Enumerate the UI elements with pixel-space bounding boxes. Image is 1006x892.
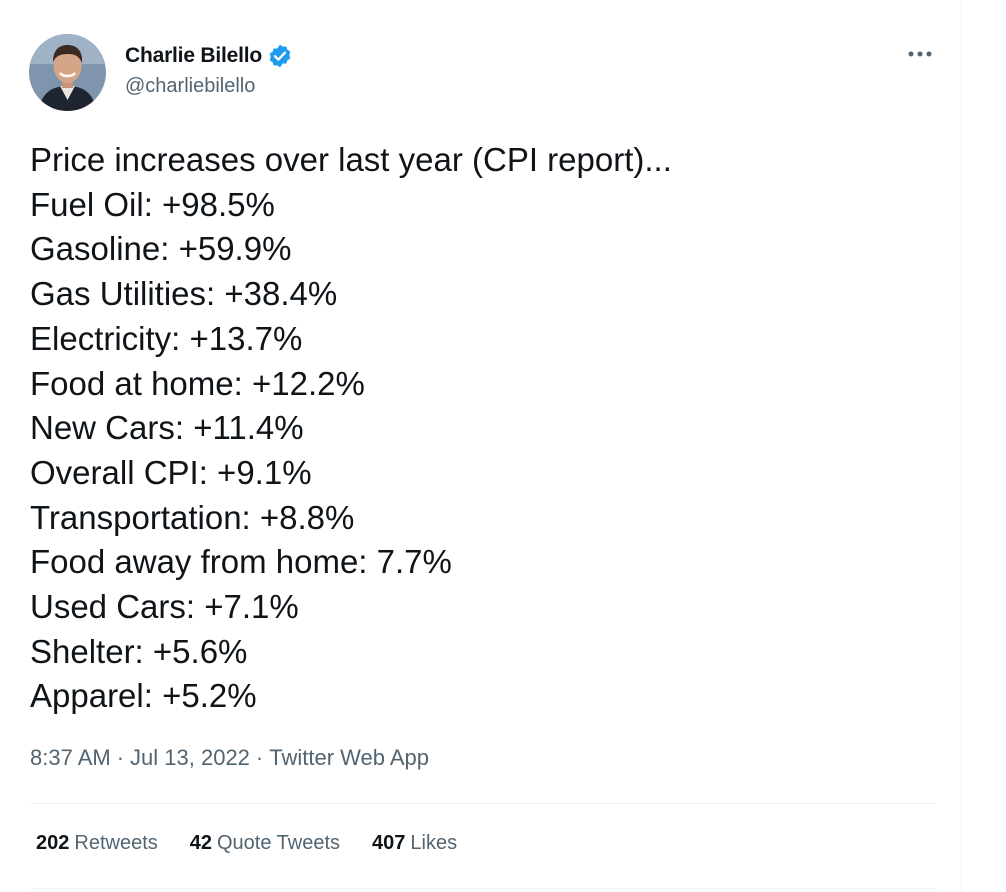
quote-tweets-count: 42	[189, 832, 212, 854]
author-name[interactable]: Charlie Bilello	[125, 44, 262, 68]
retweets-label: Retweets	[74, 832, 158, 854]
tweet-date[interactable]: Jul 13, 2022	[130, 745, 250, 771]
meta-separator: ·	[116, 745, 125, 770]
tweet-time[interactable]: 8:37 AM	[30, 745, 111, 771]
tweet-text-line: Used Cars: +7.1%	[30, 588, 299, 626]
tweet-text-line: New Cars: +11.4%	[30, 409, 304, 447]
tweet-source[interactable]: Twitter Web App	[269, 745, 429, 771]
tweet-text-line: Gas Utilities: +38.4%	[30, 275, 338, 313]
avatar-image	[29, 34, 106, 111]
likes-count: 407	[372, 832, 406, 854]
tweet-text-line: Food at home: +12.2%	[30, 364, 365, 402]
meta-separator: ·	[255, 745, 264, 770]
engagement-stats: 202 Retweets 42 Quote Tweets 407 Likes	[36, 832, 489, 855]
tweet-text-line: Price increases over last year (CPI repo…	[30, 141, 672, 178]
author-handle[interactable]: @charliebilello	[125, 75, 255, 98]
retweets-count: 202	[36, 832, 70, 854]
tweet-text-line: Electricity: +13.7%	[30, 319, 303, 357]
divider	[30, 803, 936, 804]
likes-label: Likes	[410, 832, 458, 854]
author-name-row[interactable]: Charlie Bilello	[125, 42, 293, 70]
tweet-meta: 8:37 AM · Jul 13, 2022 · Twitter Web App	[30, 745, 429, 771]
tweet-text-line: Apparel: +5.2%	[30, 677, 257, 715]
more-icon[interactable]	[905, 42, 935, 66]
divider	[30, 888, 936, 889]
avatar[interactable]	[29, 34, 106, 111]
quote-tweets-label: Quote Tweets	[217, 832, 341, 854]
tweet-text-line: Shelter: +5.6%	[30, 632, 248, 670]
tweet-card: Charlie Bilello @charliebilello Price in…	[0, 0, 962, 892]
likes-stat[interactable]: 407 Likes	[372, 832, 457, 855]
tweet-text-line: Transportation: +8.8%	[30, 498, 355, 536]
quote-tweets-stat[interactable]: 42 Quote Tweets	[190, 832, 340, 855]
tweet-text: Price increases over last year (CPI repo…	[30, 138, 930, 719]
tweet-text-line: Fuel Oil: +98.5%	[30, 185, 275, 223]
tweet-text-line: Gasoline: +59.9%	[30, 230, 292, 268]
tweet-text-line: Food away from home: 7.7%	[30, 543, 452, 581]
retweets-stat[interactable]: 202 Retweets	[36, 832, 158, 855]
verified-badge-icon	[267, 43, 293, 69]
tweet-text-line: Overall CPI: +9.1%	[30, 453, 312, 491]
